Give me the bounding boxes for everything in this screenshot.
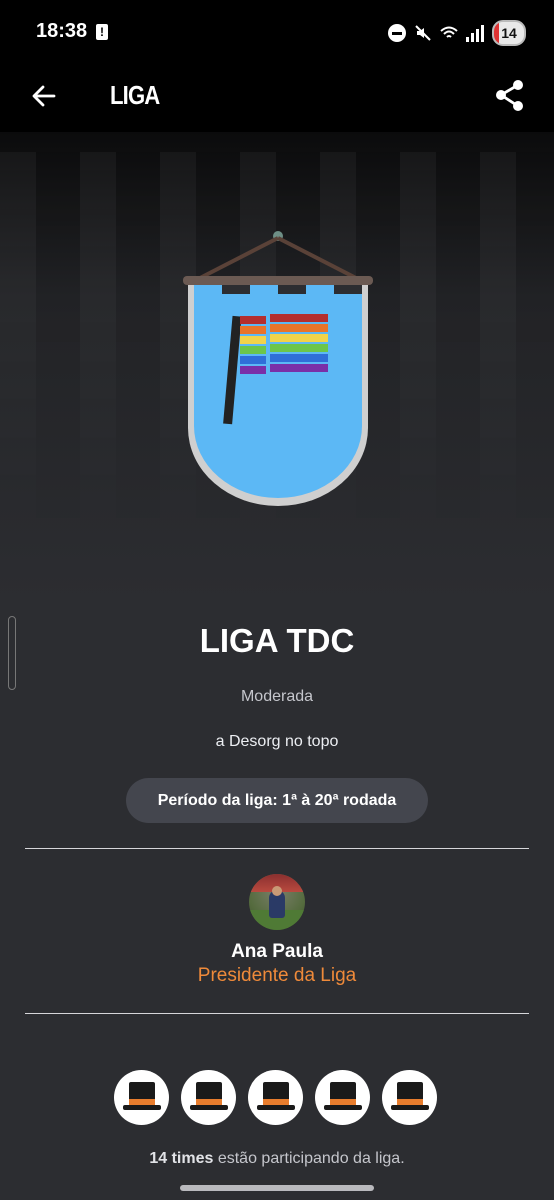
share-button[interactable]	[490, 76, 530, 116]
teams-count: 14 times	[149, 1150, 214, 1167]
home-indicator[interactable]	[180, 1185, 374, 1191]
team-badge[interactable]	[181, 1070, 236, 1125]
divider	[25, 848, 529, 849]
president-avatar[interactable]	[249, 874, 305, 930]
team-badges-row[interactable]	[114, 1070, 444, 1126]
do-not-disturb-icon	[388, 24, 406, 42]
flag-stripe	[240, 346, 266, 354]
arrow-left-icon	[32, 85, 56, 107]
divider	[25, 1013, 529, 1014]
status-time: 18:38	[36, 20, 88, 42]
league-emblem	[183, 231, 373, 506]
battery-icon: 14	[492, 20, 526, 46]
mute-icon	[415, 25, 431, 41]
share-icon	[496, 80, 523, 111]
alert-icon: !	[96, 24, 108, 40]
league-header	[0, 132, 554, 602]
president-role: Presidente da Liga	[197, 965, 357, 986]
flag-stripe	[270, 364, 328, 372]
teams-count-suffix: estão participando da liga.	[213, 1150, 405, 1167]
flag-stripe	[240, 356, 266, 364]
team-badge[interactable]	[382, 1070, 437, 1125]
league-type: Moderada	[240, 688, 314, 705]
page-title: LIGA	[110, 80, 160, 110]
flag-stripe	[240, 316, 266, 324]
flag-stripe	[270, 324, 328, 332]
flag-stripe	[240, 366, 266, 374]
team-badge[interactable]	[248, 1070, 303, 1125]
flag-stripe	[240, 326, 266, 334]
league-period-badge: Período da liga: 1ª à 20ª rodada	[126, 778, 428, 823]
status-icons: 14	[388, 20, 526, 46]
signal-icon	[466, 24, 484, 42]
status-bar: 18:38 ! 14	[0, 0, 554, 62]
president-name: Ana Paula	[231, 941, 323, 962]
back-button[interactable]	[26, 78, 62, 114]
flag-stripe	[240, 336, 266, 344]
flag-stripe	[270, 354, 328, 362]
team-badge[interactable]	[315, 1070, 370, 1125]
league-description: a Desorg no topo	[215, 733, 339, 750]
wifi-icon	[440, 26, 458, 38]
app-bar: LIGA	[0, 62, 554, 132]
flag-stripe	[270, 334, 328, 342]
flag-stripe	[270, 314, 328, 322]
league-name: LIGA TDC	[199, 622, 355, 659]
teams-count-text: 14 times estão participando da liga.	[0, 1150, 554, 1168]
team-badge[interactable]	[114, 1070, 169, 1125]
flag-stripe	[270, 344, 328, 352]
